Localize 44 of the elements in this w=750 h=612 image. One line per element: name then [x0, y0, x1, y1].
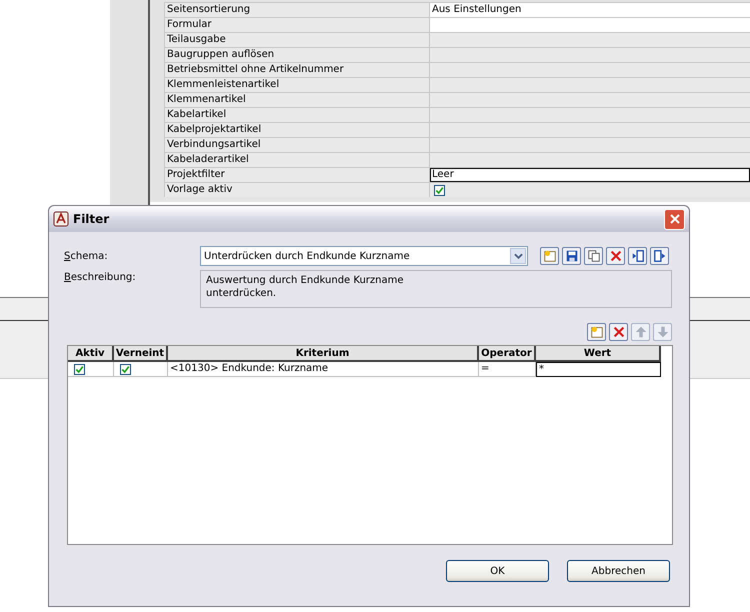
property-name: Vorlage aktiv: [164, 183, 430, 197]
property-name: Verbindungsartikel: [164, 138, 430, 152]
new-icon[interactable]: [587, 323, 606, 341]
negated-checkbox[interactable]: [120, 364, 131, 374]
property-name: Formular: [164, 18, 430, 32]
new-icon[interactable]: [540, 247, 559, 265]
app-icon: [53, 211, 69, 227]
save-icon[interactable]: [562, 247, 581, 265]
dialog-title: Filter: [73, 212, 110, 226]
column-header[interactable]: Operator: [479, 346, 536, 362]
property-name: Projektfilter: [164, 168, 430, 182]
property-name: Klemmenleistenartikel: [164, 78, 430, 92]
import-icon[interactable]: [628, 247, 647, 265]
column-header[interactable]: Kriterium: [168, 346, 479, 362]
property-name: Seitensortierung: [164, 3, 430, 17]
column-header[interactable]: Wert: [536, 346, 661, 362]
property-checkbox[interactable]: [434, 184, 445, 196]
property-name: Kabelprojektartikel: [164, 123, 430, 137]
export-icon[interactable]: [650, 247, 669, 265]
property-name: Kabelartikel: [164, 108, 430, 122]
ok-button[interactable]: OK: [446, 560, 549, 582]
copy-icon[interactable]: [584, 247, 603, 265]
delete-icon[interactable]: [606, 247, 625, 265]
property-name: Kabeladerartikel: [164, 153, 430, 167]
cancel-button[interactable]: Abbrechen: [567, 560, 670, 582]
property-value[interactable]: Aus Einstellungen: [430, 3, 750, 17]
property-field[interactable]: Leer: [430, 168, 750, 182]
column-header[interactable]: Aktiv: [68, 346, 114, 362]
active-checkbox[interactable]: [74, 364, 85, 374]
description-field[interactable]: Auswertung durch Endkunde Kurzname unterdrücken.: [200, 270, 672, 308]
column-header[interactable]: Verneint: [114, 346, 168, 362]
close-button[interactable]: [664, 208, 685, 230]
schema-label: Schema:: [64, 250, 109, 262]
table-cell: =: [479, 362, 536, 377]
table-cell: <10130> Endkunde: Kurzname: [168, 362, 479, 377]
property-name: Baugruppen auflösen: [164, 48, 430, 62]
property-name: Klemmenartikel: [164, 93, 430, 107]
property-name: Teilausgabe: [164, 33, 430, 47]
delete-icon[interactable]: [609, 323, 628, 341]
schema-dropdown[interactable]: Unterdrücken durch Endkunde Kurzname: [200, 246, 528, 266]
close-icon: [670, 214, 680, 224]
description-label: Beschreibung:: [64, 271, 137, 283]
property-name: Betriebsmittel ohne Artikelnummer: [164, 63, 430, 77]
value-field[interactable]: *: [536, 362, 661, 377]
